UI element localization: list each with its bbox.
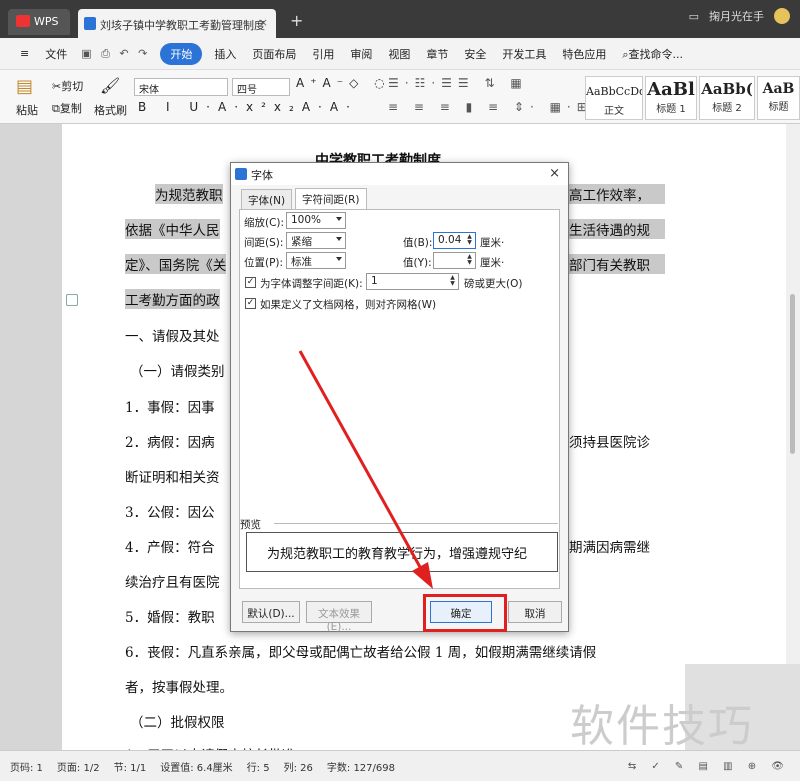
arrow-head <box>412 562 433 589</box>
arrow-shaft <box>298 350 422 568</box>
annotation-arrow <box>298 350 433 589</box>
